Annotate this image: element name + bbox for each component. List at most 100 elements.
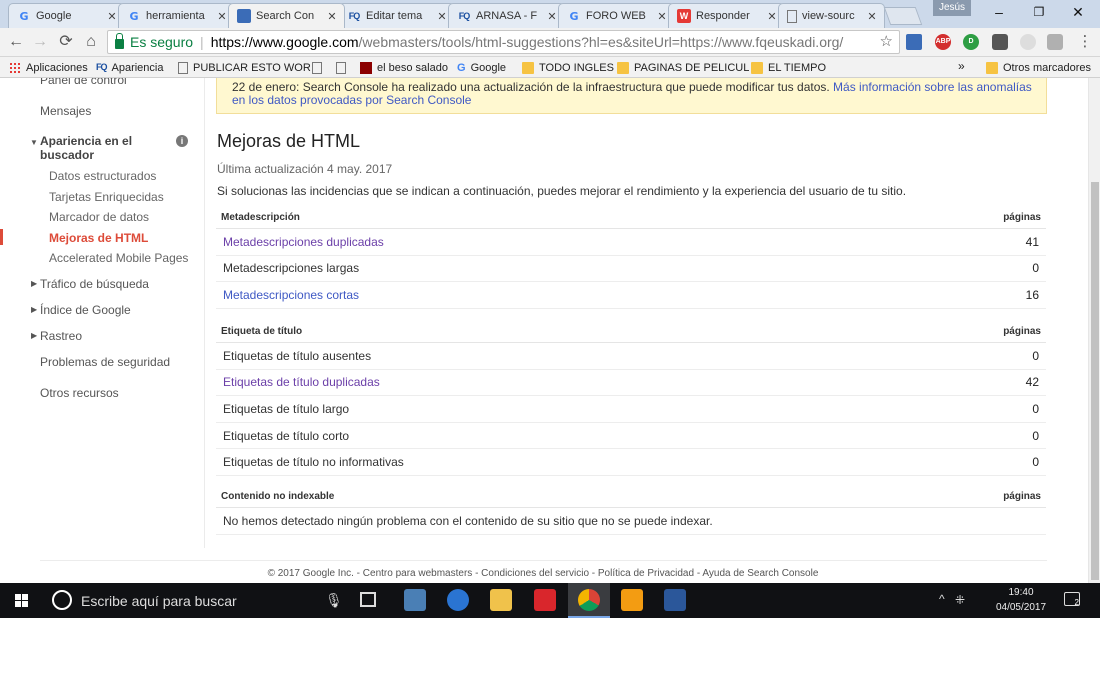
row-count: 0 [1032,455,1039,470]
tab-label: Editar tema [366,10,423,22]
taskbar-search-input[interactable]: Escribe aquí para buscar [81,593,237,609]
avast-app-icon[interactable] [621,589,643,611]
other-bookmarks[interactable]: Otros marcadores [986,57,1091,78]
tab-google[interactable]: G Google ✕ [8,3,125,28]
row-link[interactable]: Metadescripciones cortas [223,288,359,302]
chrome-taskbar-button[interactable] [568,583,610,618]
windows-start-icon[interactable] [15,594,28,607]
bookmark-page-1[interactable] [312,57,327,78]
sidebar-item-indice[interactable]: Índice de Google [40,303,131,317]
last-updated: Última actualización 4 may. 2017 [217,162,393,176]
bookmark-el-tiempo[interactable]: EL TIEMPO [751,57,826,78]
tab-herramienta[interactable]: G herramienta ✕ [118,3,235,28]
sidebar-item-mensajes[interactable]: Mensajes [40,104,91,118]
info-icon[interactable]: i [176,135,188,147]
chevron-up-icon[interactable]: ^ [939,592,945,606]
tab-search-console[interactable]: Search Con ✕ [228,3,345,28]
close-icon[interactable]: ✕ [866,10,878,23]
more-bookmarks-button[interactable]: » [958,59,965,73]
bookmark-apps[interactable]: Aplicaciones [9,57,88,78]
address-bar[interactable]: Es seguro | https://www.google.com/webma… [107,30,900,54]
folder-icon [751,61,763,74]
bookmark-paginas-peliculas[interactable]: PAGINAS DE PELICUL [617,57,749,78]
edge-app-icon[interactable] [447,589,469,611]
cortana-icon[interactable] [52,590,72,610]
folder-app-icon[interactable] [490,589,512,611]
adblock-icon[interactable]: ABP [935,34,951,50]
clock-date[interactable]: 04/05/2017 [990,602,1052,613]
microphone-icon[interactable]: 🎙 [325,592,343,609]
profile-button[interactable]: Jesús [933,0,971,16]
close-icon[interactable]: ✕ [216,10,228,23]
home-button[interactable]: ⌂ [80,31,102,53]
empty-message: No hemos detectado ningún problema con e… [223,513,713,528]
fq-icon: FQ [96,61,107,72]
minimize-button[interactable]: – [980,0,1018,24]
sidebar-item-otros[interactable]: Otros recursos [40,386,119,400]
menu-icon[interactable]: ⋮ [1074,31,1096,53]
close-window-button[interactable]: ✕ [1059,0,1097,24]
lock-icon [115,33,124,49]
sidebar-item-apariencia[interactable]: Apariencia en el buscador [40,134,150,162]
close-icon[interactable]: ✕ [766,10,778,23]
tab-arnasa[interactable]: FQ ARNASA - F ✕ [448,3,565,28]
reload-button[interactable]: ⟳ [55,31,77,53]
close-icon[interactable]: ✕ [106,10,118,23]
close-icon[interactable]: ✕ [436,10,448,23]
new-tab-button[interactable] [883,7,923,25]
tab-label: Search Con [256,10,315,22]
sidebar-item-marcador[interactable]: Marcador de datos [49,210,149,224]
scrollbar[interactable] [1088,78,1100,583]
bookmark-label: Google [470,61,507,74]
table-row[interactable]: Metadescripciones duplicadas 41 [216,229,1046,256]
non-indexable-table: Contenido no indexable páginas No hemos … [216,486,1046,535]
tab-strip: G Google ✕ G herramienta ✕ Search Con ✕ … [0,0,1100,28]
extension-circle-icon[interactable] [1020,34,1036,50]
bookmark-apariencia[interactable]: FQ Apariencia [96,57,163,78]
tab-editar-tema[interactable]: FQ Editar tema ✕ [338,3,455,28]
sidebar-item-seguridad[interactable]: Problemas de seguridad [40,355,170,369]
task-view-icon[interactable] [360,592,376,607]
sidebar-item-amp[interactable]: Accelerated Mobile Pages [49,251,188,265]
sidebar-item-mejoras-html[interactable]: Mejoras de HTML [49,231,148,245]
extension-box-icon[interactable] [1047,34,1063,50]
sidebar-item-datos-estructurados[interactable]: Datos estructurados [49,169,156,183]
network-icon[interactable]: ⁜ [955,593,965,607]
word-app-icon[interactable] [664,589,686,611]
sidebar-item-trafico[interactable]: Tráfico de búsqueda [40,277,149,291]
bookmark-publicar[interactable]: PUBLICAR ESTO WOR [178,57,311,78]
bookmark-beso-salado[interactable]: el beso salado [360,57,448,78]
extension-d-icon[interactable]: D [963,34,979,50]
file-explorer-app-icon[interactable] [404,589,426,611]
tab-view-source[interactable]: view-sourc ✕ [778,3,885,28]
scrollbar-thumb[interactable] [1091,182,1099,580]
notification-icon[interactable]: 2 [1064,592,1080,607]
bookmark-page-2[interactable] [336,57,351,78]
tab-foro-web[interactable]: G FORO WEB ✕ [558,3,675,28]
tab-responder[interactable]: W Responder ✕ [668,3,785,28]
row-link[interactable]: Metadescripciones duplicadas [223,235,384,249]
vivaldi-app-icon[interactable] [534,589,556,611]
close-icon[interactable]: ✕ [326,10,338,23]
close-icon[interactable]: ✕ [546,10,558,23]
sidebar-item-panel[interactable]: Panel de control [40,78,127,87]
back-button[interactable]: ← [5,31,27,53]
sidebar-item-tarjetas[interactable]: Tarjetas Enriquecidas [49,190,164,204]
site-icon [360,61,372,74]
table-row[interactable]: Metadescripciones cortas 16 [216,282,1046,309]
restore-button[interactable]: ❐ [1020,0,1058,24]
star-icon[interactable]: ☆ [880,31,893,53]
forward-button[interactable]: → [29,31,51,53]
tab-label: herramienta [146,10,205,22]
row-link[interactable]: Etiquetas de título duplicadas [223,375,380,389]
tab-label: view-sourc [802,10,855,22]
table-row[interactable]: Etiquetas de título duplicadas 42 [216,370,1046,397]
bookmark-google[interactable]: G Google [457,57,506,78]
extension-icon[interactable] [906,34,922,50]
close-icon[interactable]: ✕ [656,10,668,23]
sidebar-item-rastreo[interactable]: Rastreo [40,329,82,343]
page-icon [336,61,346,74]
bookmark-todo-ingles[interactable]: TODO INGLES [522,57,614,78]
clock-time[interactable]: 19:40 [990,587,1052,598]
extension-puzzle-icon[interactable] [992,34,1008,50]
